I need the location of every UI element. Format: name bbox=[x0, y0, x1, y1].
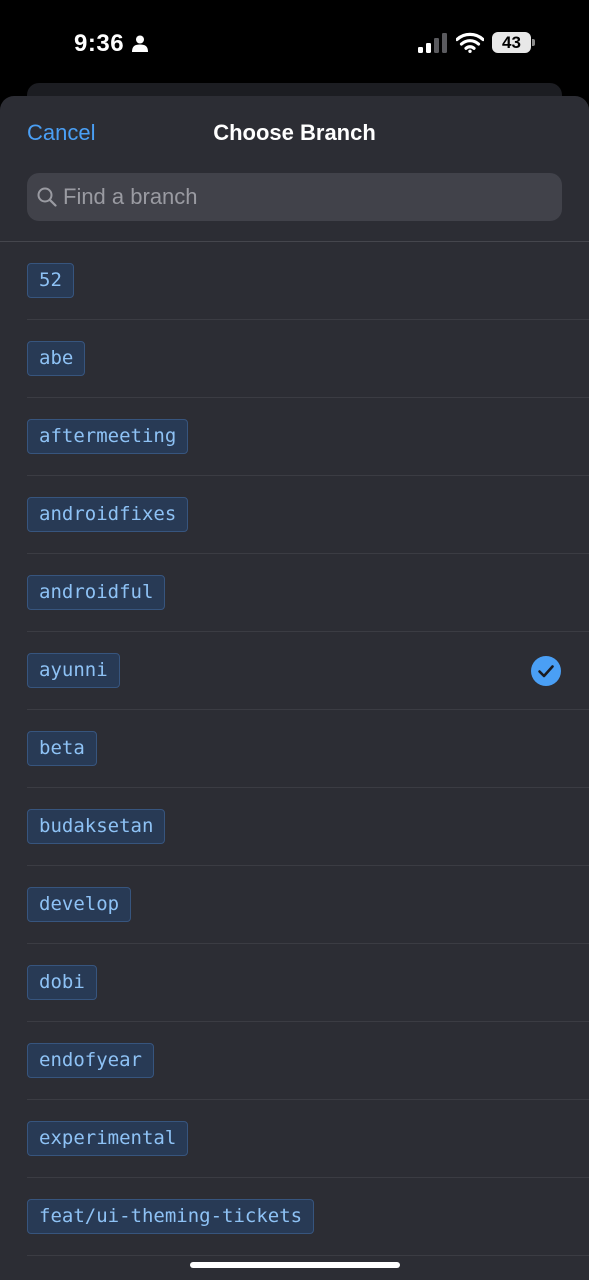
search-input[interactable] bbox=[63, 173, 543, 221]
search-field[interactable] bbox=[27, 173, 562, 221]
status-time: 9:36 bbox=[74, 30, 125, 57]
branch-list: 52 abe aftermeeting androidfixes androidful a… bbox=[0, 242, 589, 1256]
branch-name: feat/ui-theming-tickets bbox=[27, 1199, 315, 1234]
branch-name: experimental bbox=[27, 1121, 189, 1156]
branch-row[interactable]: develop bbox=[0, 866, 589, 944]
branch-row[interactable]: aftermeeting bbox=[0, 398, 589, 476]
branch-row[interactable]: experimental bbox=[0, 1100, 589, 1178]
sheet-navigation-bar: Cancel Choose Branch bbox=[0, 96, 589, 172]
battery-indicator: 43 bbox=[492, 32, 536, 53]
branch-name: dobi bbox=[27, 965, 97, 1000]
wifi-icon bbox=[456, 32, 484, 53]
cellular-signal-icon bbox=[418, 33, 447, 53]
branch-row[interactable]: androidfixes bbox=[0, 476, 589, 554]
status-bar: 9:36 43 bbox=[0, 0, 589, 86]
branch-row[interactable]: ayunni bbox=[0, 632, 589, 710]
branch-name: 52 bbox=[27, 263, 74, 298]
branch-name: develop bbox=[27, 887, 132, 922]
selected-checkmark-icon bbox=[531, 656, 561, 686]
branch-name: budaksetan bbox=[27, 809, 166, 844]
sheet-title: Choose Branch bbox=[213, 120, 376, 145]
branch-row[interactable]: androidful bbox=[0, 554, 589, 632]
branch-row[interactable]: 52 bbox=[0, 242, 589, 320]
branch-name: abe bbox=[27, 341, 86, 376]
branch-row[interactable]: beta bbox=[0, 710, 589, 788]
search-icon bbox=[37, 187, 57, 207]
branch-row[interactable]: abe bbox=[0, 320, 589, 398]
branch-row[interactable]: endofyear bbox=[0, 1022, 589, 1100]
branch-row[interactable]: feat/ui-theming-tickets bbox=[0, 1178, 589, 1256]
choose-branch-sheet: Cancel Choose Branch 52 abe aftermeeting an… bbox=[0, 96, 589, 1280]
battery-tip bbox=[532, 39, 535, 46]
home-indicator[interactable] bbox=[190, 1262, 400, 1268]
battery-level: 43 bbox=[502, 33, 521, 52]
branch-name: aftermeeting bbox=[27, 419, 189, 454]
branch-row[interactable]: budaksetan bbox=[0, 788, 589, 866]
branch-row[interactable]: dobi bbox=[0, 944, 589, 1022]
branch-name: endofyear bbox=[27, 1043, 154, 1078]
branch-name: androidful bbox=[27, 575, 166, 610]
branch-name: ayunni bbox=[27, 653, 120, 688]
branch-name: beta bbox=[27, 731, 97, 766]
person-icon bbox=[132, 35, 148, 52]
branch-name: androidfixes bbox=[27, 497, 189, 532]
